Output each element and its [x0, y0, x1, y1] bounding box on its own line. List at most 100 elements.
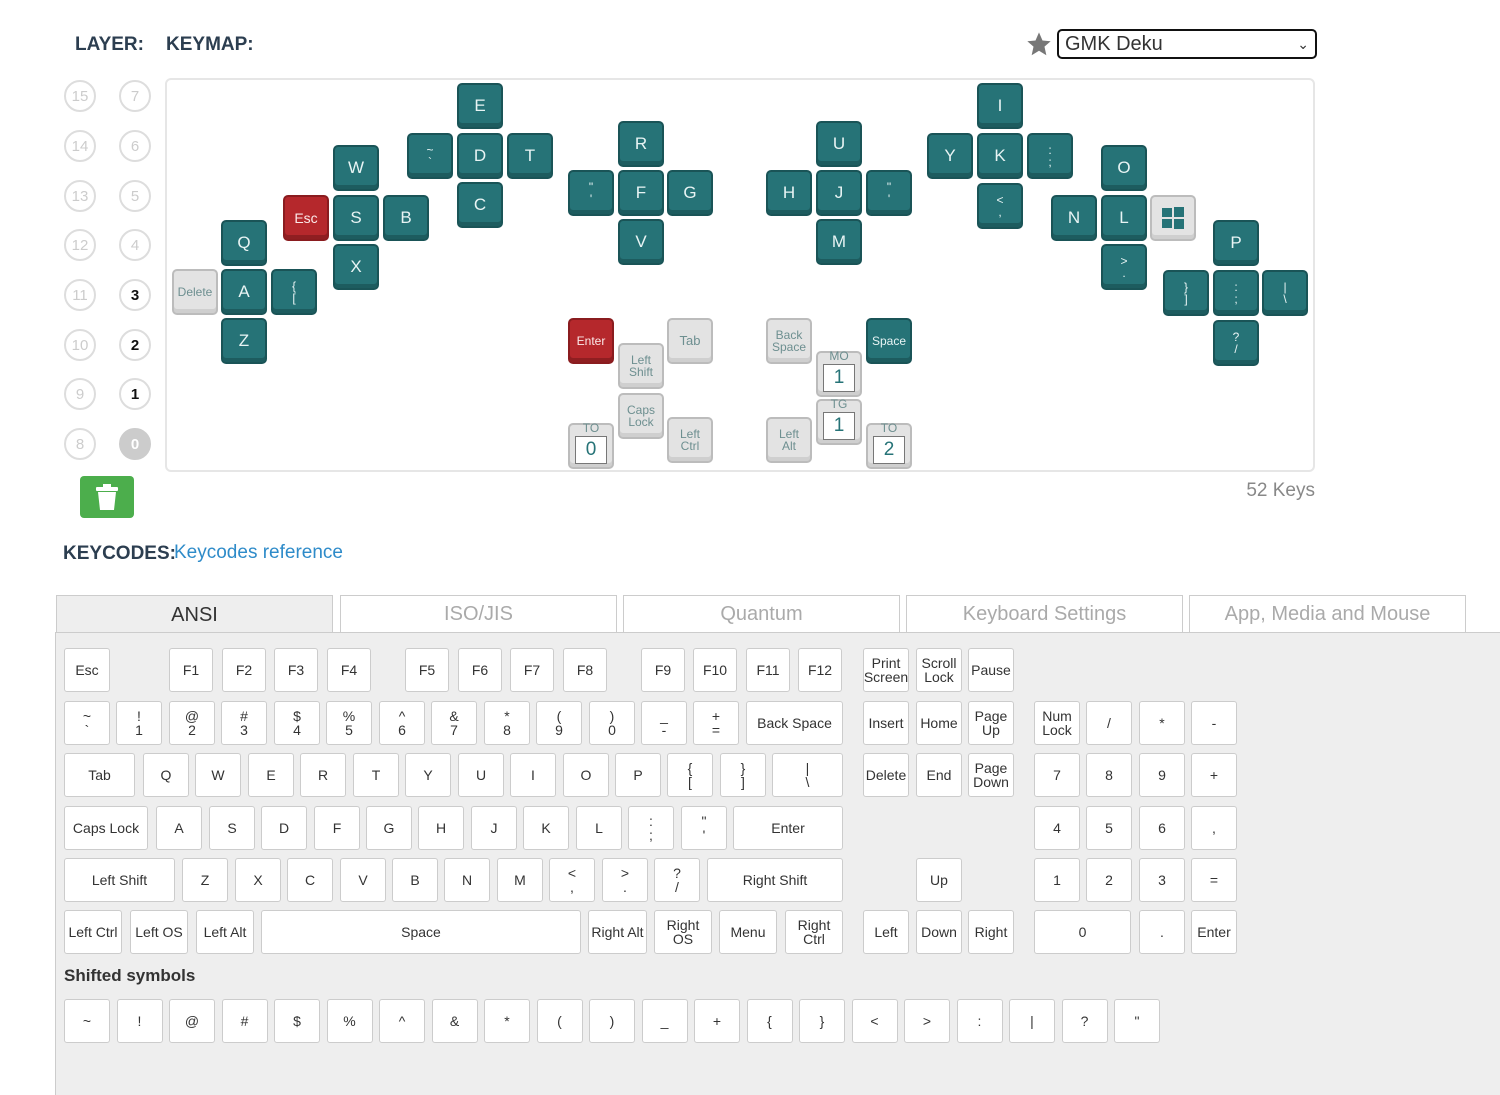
tab-app-media-and-mouse[interactable]: App, Media and Mouse — [1189, 595, 1466, 633]
keymap-key-esc[interactable]: Esc — [283, 195, 329, 241]
theme-select[interactable]: GMK Deku ⌄ — [1057, 29, 1317, 59]
keycode-1[interactable]: 1 — [1034, 858, 1080, 902]
shifted-keycode[interactable]: ^ — [379, 999, 425, 1043]
keymap-key-caps-lock[interactable]: Caps Lock — [618, 393, 664, 439]
layer-4-button[interactable]: 4 — [119, 229, 151, 261]
keycode-j[interactable]: J — [471, 806, 517, 850]
layer-15-button[interactable]: 15 — [64, 80, 96, 112]
keycode-5[interactable]: % 5 — [326, 701, 372, 745]
tab-keyboard-settings[interactable]: Keyboard Settings — [906, 595, 1183, 633]
keymap-key-symbol[interactable]: " ' — [568, 170, 614, 216]
keycode-tab[interactable]: Tab — [64, 753, 135, 797]
keycode-z[interactable]: Z — [182, 858, 228, 902]
shifted-keycode[interactable]: < — [851, 999, 898, 1043]
keycode-right[interactable]: Right — [968, 910, 1014, 954]
keycode-symbol[interactable]: >. — [602, 858, 648, 902]
keymap-key-delete[interactable]: Delete — [172, 269, 218, 315]
keymap-key-symbol[interactable]: <, — [977, 183, 1023, 229]
keymap-key-tg-1[interactable]: TG 1 — [816, 397, 862, 445]
keycode-pause[interactable]: Pause — [968, 648, 1014, 692]
keycode-f1[interactable]: F1 — [169, 648, 213, 692]
layer-0-button[interactable]: 0 — [119, 428, 151, 460]
keycode-symbol[interactable]: ~ ` — [64, 701, 110, 745]
keycode-7[interactable]: & 7 — [431, 701, 477, 745]
keycode-x[interactable]: X — [235, 858, 281, 902]
keycode-symbol[interactable]: . — [1139, 910, 1185, 954]
keycode-esc[interactable]: Esc — [64, 648, 110, 692]
keymap-key-e[interactable]: E — [457, 83, 503, 129]
keycode-f11[interactable]: F11 — [746, 648, 790, 692]
keycode-y[interactable]: Y — [405, 753, 451, 797]
keycode-space[interactable]: Space — [261, 910, 581, 954]
keymap-key-to-0[interactable]: TO 0 — [568, 421, 614, 469]
layer-14-button[interactable]: 14 — [64, 130, 96, 162]
keycode-7[interactable]: 7 — [1034, 753, 1080, 797]
keymap-key-y[interactable]: Y — [927, 133, 973, 179]
keycode-symbol[interactable]: {[ — [667, 753, 713, 797]
keycode-f9[interactable]: F9 — [641, 648, 685, 692]
keycode-d[interactable]: D — [261, 806, 307, 850]
layer-11-button[interactable]: 11 — [64, 279, 96, 311]
keycode-insert[interactable]: Insert — [863, 701, 909, 745]
keycode-h[interactable]: H — [418, 806, 464, 850]
keymap-key-j[interactable]: J — [816, 170, 862, 216]
keycode-page-down[interactable]: Page Down — [968, 753, 1014, 797]
keycode-a[interactable]: A — [156, 806, 202, 850]
keycode-s[interactable]: S — [209, 806, 255, 850]
shifted-keycode[interactable]: _ — [641, 999, 688, 1043]
keycode-left-alt[interactable]: Left Alt — [196, 910, 254, 954]
keymap-key-p[interactable]: P — [1213, 220, 1259, 266]
keycode-symbol[interactable]: + — [1191, 753, 1237, 797]
keycode-m[interactable]: M — [497, 858, 543, 902]
keymap-key-left-shift[interactable]: Left Shift — [618, 343, 664, 389]
keycode-symbol[interactable]: _ - — [641, 701, 687, 745]
keycode-4[interactable]: 4 — [1034, 806, 1080, 850]
keycode-f12[interactable]: F12 — [798, 648, 842, 692]
keymap-key-to-2[interactable]: TO 2 — [866, 421, 912, 469]
keycode-l[interactable]: L — [576, 806, 622, 850]
keycode-6[interactable]: ^ 6 — [379, 701, 425, 745]
keycode-enter[interactable]: Enter — [733, 806, 843, 850]
layer-8-button[interactable]: 8 — [64, 428, 96, 460]
keymap-key-i[interactable]: I — [977, 83, 1023, 129]
keymap-key-a[interactable]: A — [221, 269, 267, 315]
keycode-caps-lock[interactable]: Caps Lock — [64, 806, 148, 850]
shifted-keycode[interactable]: : — [956, 999, 1003, 1043]
keycode-delete[interactable]: Delete — [863, 753, 909, 797]
layer-7-button[interactable]: 7 — [119, 80, 151, 112]
keycode-left-ctrl[interactable]: Left Ctrl — [64, 910, 122, 954]
keycode-num-lock[interactable]: Num Lock — [1034, 701, 1080, 745]
keycode-t[interactable]: T — [353, 753, 399, 797]
keymap-key-symbol[interactable]: " ' — [866, 170, 912, 216]
keymap-key-tab[interactable]: Tab — [667, 318, 713, 364]
tab-ansi[interactable]: ANSI — [56, 595, 333, 634]
keymap-key-v[interactable]: V — [618, 219, 664, 265]
keymap-key-enter[interactable]: Enter — [568, 318, 614, 364]
layer-2-button[interactable]: 2 — [119, 329, 151, 361]
keymap-key-symbol[interactable]: :; — [1027, 133, 1073, 179]
keycode-3[interactable]: 3 — [1139, 858, 1185, 902]
keymap-key-symbol[interactable]: }] — [1163, 270, 1209, 316]
keycode-up[interactable]: Up — [916, 858, 962, 902]
keycode-symbol[interactable]: - — [1191, 701, 1237, 745]
shifted-keycode[interactable]: % — [326, 999, 373, 1043]
keycode-f7[interactable]: F7 — [510, 648, 554, 692]
keymap-key-k[interactable]: K — [977, 133, 1023, 179]
keycode-symbol[interactable]: , — [1191, 806, 1237, 850]
keycode-2[interactable]: @2 — [169, 701, 215, 745]
keycode-symbol[interactable]: / — [1086, 701, 1132, 745]
keycode-symbol[interactable]: :; — [628, 806, 674, 850]
layer-6-button[interactable]: 6 — [119, 130, 151, 162]
keycode-1[interactable]: ! 1 — [116, 701, 162, 745]
keymap-key-mo-1[interactable]: MO 1 — [816, 349, 862, 397]
keymap-key-w[interactable]: W — [333, 145, 379, 191]
layer-12-button[interactable]: 12 — [64, 229, 96, 261]
keycode-8[interactable]: * 8 — [484, 701, 530, 745]
keymap-key-f[interactable]: F — [618, 170, 664, 216]
keymap-key-left-alt[interactable]: Left Alt — [766, 417, 812, 463]
keymap-key-q[interactable]: Q — [221, 220, 267, 266]
keycode-b[interactable]: B — [392, 858, 438, 902]
keycode-n[interactable]: N — [444, 858, 490, 902]
keycode-menu[interactable]: Menu — [719, 910, 777, 954]
keycode-symbol[interactable]: | \ — [772, 753, 843, 797]
